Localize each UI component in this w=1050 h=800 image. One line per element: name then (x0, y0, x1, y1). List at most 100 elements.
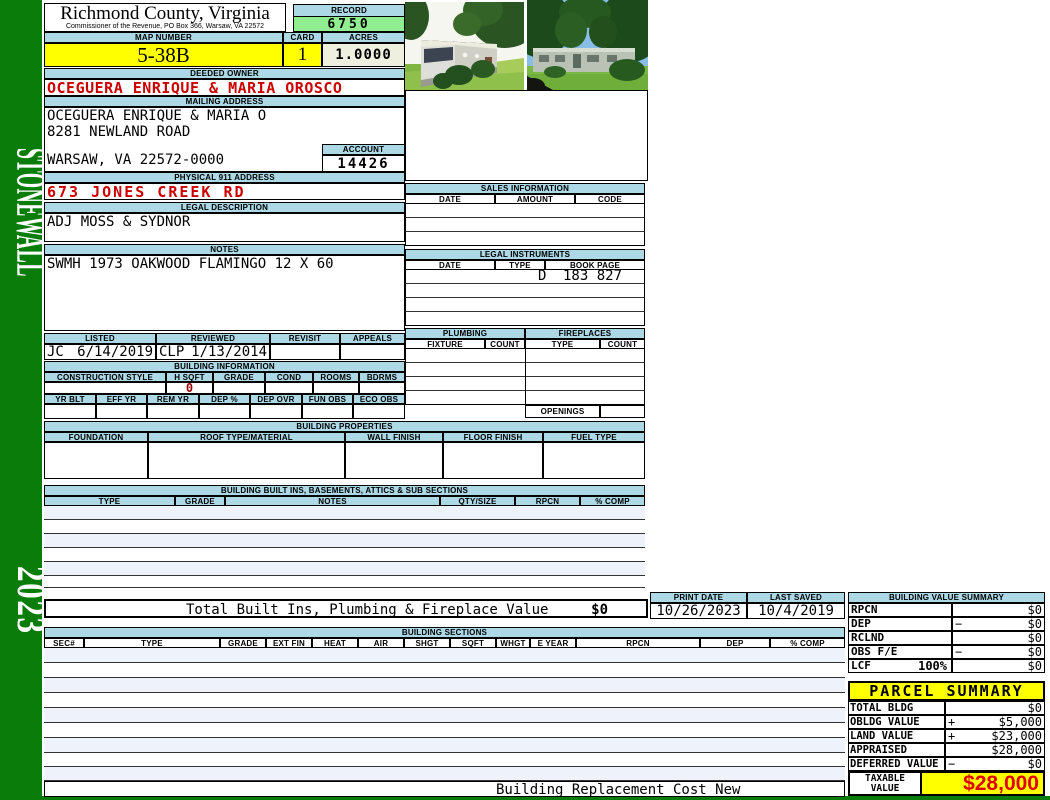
taxable-value-label: TAXABLE VALUE (848, 771, 922, 796)
bs-shgt-label: SHGT (404, 638, 450, 648)
built-ins-qty-label: QTY/SIZE (440, 496, 515, 506)
bs-sqft-label: SQFT (450, 638, 496, 648)
bvs-lcf-pct: 100% (918, 659, 947, 673)
print-date-value: 10/26/2023 (650, 603, 747, 619)
listed-by: JC (47, 344, 64, 360)
bs-sec-label: SEC# (44, 638, 84, 648)
print-date-label: PRINT DATE (650, 592, 747, 603)
county-subtitle: Commissioner of the Revenue, PO Box 366,… (65, 23, 265, 30)
rem-yr-label: REM YR (147, 394, 199, 404)
bdrms-label: BDRMS (359, 372, 405, 382)
ps-total-bldg-label: TOTAL BLDG VALUE (848, 701, 945, 726)
bs-dep-label: DEP (700, 638, 770, 648)
revisit-label: REVISIT (270, 333, 340, 344)
instrument-row (405, 284, 645, 298)
ps-land-amount: $23,000 (991, 729, 1042, 743)
mobile-home-front-illustration (511, 0, 663, 94)
taxable-value-amount: $28,000 (920, 771, 1045, 796)
sales-row (405, 232, 645, 246)
legal-description-label: LEGAL DESCRIPTION (44, 202, 405, 213)
bs-rpcn-label: RPCN (576, 638, 700, 648)
rem-yr-value (147, 404, 199, 419)
floor-finish-label: FLOOR FINISH (443, 432, 543, 442)
built-ins-row (44, 520, 645, 534)
eff-yr-value (96, 404, 147, 419)
built-ins-grade-label: GRADE (175, 496, 225, 506)
ps-obldg-op: + (948, 715, 956, 729)
built-ins-total-value: $0 (591, 602, 608, 618)
built-ins-total-label: Total Built Ins, Plumbing & Fireplace Va… (186, 602, 549, 618)
eff-yr-label: EFF YR (96, 394, 147, 404)
parcel-summary-label: PARCEL SUMMARY (848, 681, 1045, 701)
building-properties-label: BUILDING PROPERTIES (44, 421, 645, 432)
building-sections-label: BUILDING SECTIONS (44, 627, 845, 638)
ps-obldg-label: OBLDG VALUE (848, 715, 945, 729)
map-number-value: 5-38B (44, 43, 283, 67)
legal-instruments-label: LEGAL INSTRUMENTS (405, 249, 645, 260)
fun-obs-label: FUN OBS (302, 394, 353, 404)
instrument-date-label: DATE (405, 260, 495, 270)
built-ins-row (44, 534, 645, 548)
fun-obs-value (302, 404, 353, 419)
mailing-line-2: 8281 NEWLAND ROAD (47, 124, 191, 140)
bvs-rclnd-label: RCLND (848, 631, 952, 645)
bs-grade-label: GRADE (220, 638, 266, 648)
ps-land-value: + $23,000 (945, 729, 1045, 743)
building-section-row (44, 648, 845, 663)
bvs-dep-amount: $0 (1027, 617, 1042, 631)
bvs-lcf-value: $0 (952, 659, 1045, 673)
bs-heat-label: HEAT (312, 638, 358, 648)
sales-row (405, 204, 645, 218)
built-ins-row (44, 506, 645, 520)
wall-finish-value (345, 442, 443, 479)
cond-label: COND (265, 372, 313, 382)
instrument-row (405, 298, 645, 312)
bvs-dep-value: − $0 (952, 617, 1045, 631)
instrument-type-value: D (538, 268, 547, 284)
last-saved-label: LAST SAVED (747, 592, 845, 603)
dep-pct-value (199, 404, 250, 419)
building-section-row (44, 693, 845, 708)
plumbing-fireplace-divider (525, 349, 526, 405)
construction-style-value (44, 382, 166, 394)
ps-appraised-value: $28,000 (945, 743, 1045, 757)
bvs-rpcn-value: $0 (952, 603, 1045, 617)
bvs-lcf-label: LCF 100% (848, 659, 952, 673)
yr-blt-value (44, 404, 96, 419)
eco-obs-label: ECO OBS (353, 394, 405, 404)
ps-obldg-amount: $5,000 (998, 715, 1042, 729)
mailing-address-label: MAILING ADDRESS (44, 96, 405, 107)
roof-type-label: ROOF TYPE/MATERIAL (148, 432, 345, 442)
openings-label: OPENINGS (525, 405, 600, 418)
replacement-cost-label: Building Replacement Cost New (496, 782, 741, 798)
fireplaces-label: FIREPLACES (525, 328, 645, 339)
listed-label: LISTED (44, 333, 156, 344)
photo-notes-box (405, 90, 648, 181)
last-saved-value: 10/4/2019 (747, 603, 845, 619)
ps-total-bldg-value: $0 (945, 701, 1045, 715)
ps-appraised-label: APPRAISED VALUE (848, 743, 945, 768)
listed-date: 6/14/2019 (77, 344, 153, 360)
plumbing-label: PLUMBING (405, 328, 525, 339)
sales-date-label: DATE (405, 194, 495, 204)
building-value-summary-label: BUILDING VALUE SUMMARY (848, 592, 1045, 603)
ps-obldg-value: + $5,000 (945, 715, 1045, 729)
eco-obs-value (353, 404, 405, 419)
building-section-row (44, 767, 845, 781)
built-ins-row (44, 576, 645, 588)
physical-911-label: PHYSICAL 911 ADDRESS (44, 172, 405, 183)
account-label: ACCOUNT (322, 144, 405, 155)
bvs-obs-op: − (955, 645, 963, 659)
sales-information-label: SALES INFORMATION (405, 183, 645, 194)
h-sqft-value: 0 (166, 381, 213, 395)
sales-amount-label: AMOUNT (495, 194, 575, 204)
bvs-dep-op: − (955, 617, 963, 631)
district-sidebar: STONEWALL 2023 (0, 0, 54, 800)
built-ins-type-label: TYPE (44, 496, 175, 506)
plumbing-fixture-label: FIXTURE (405, 339, 485, 349)
sales-code-label: CODE (575, 194, 645, 204)
fuel-type-label: FUEL TYPE (543, 432, 645, 442)
built-ins-row (44, 548, 645, 562)
built-ins-total-row: Total Built Ins, Plumbing & Fireplace Va… (44, 599, 648, 618)
bvs-rclnd-value: $0 (952, 631, 1045, 645)
